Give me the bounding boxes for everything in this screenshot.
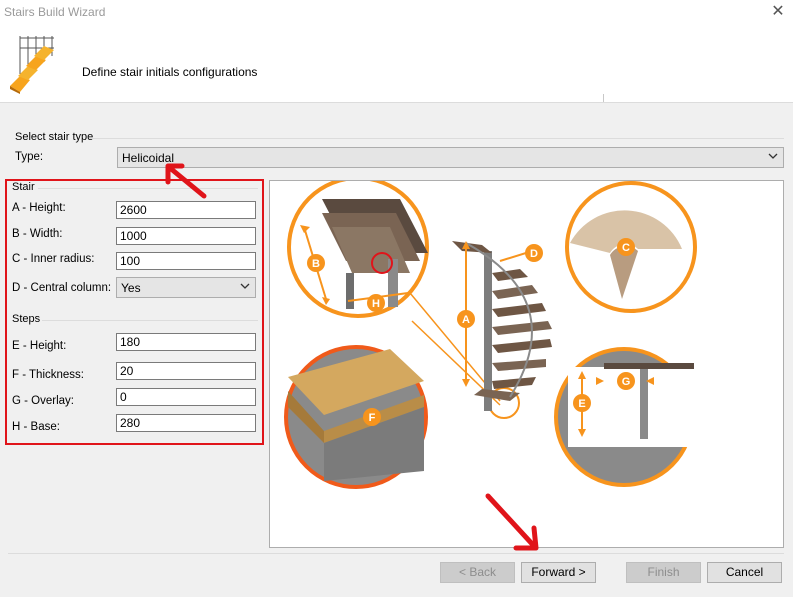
central-column-select[interactable]: Yes: [116, 277, 256, 298]
label-f: F: [369, 412, 376, 424]
label-a: A: [462, 314, 470, 326]
g-overlay-label: G - Overlay:: [12, 395, 74, 407]
spiral-stair: A D: [452, 241, 552, 411]
steps-group-line: [42, 320, 258, 321]
d-central-column-label: D - Central column:: [12, 282, 112, 294]
annotation-arrow-icon: [485, 493, 539, 551]
central-column-value: Yes: [121, 281, 141, 295]
label-b: B: [312, 258, 320, 270]
header-description: Define stair initials configurations: [82, 65, 258, 79]
stair-type-select[interactable]: Helicoidal: [117, 147, 784, 168]
cancel-button[interactable]: Cancel: [707, 562, 782, 583]
forward-button[interactable]: Forward >: [521, 562, 596, 583]
label-c: C: [622, 242, 630, 254]
window-title: Stairs Build Wizard: [4, 5, 106, 19]
stair-group-label: Stair: [12, 181, 35, 193]
detail-b-h: B H: [287, 176, 429, 318]
stair-group-line: [38, 188, 258, 189]
e-height-label: E - Height:: [12, 340, 67, 352]
b-width-label: B - Width:: [12, 228, 63, 240]
a-height-label: A - Height:: [12, 202, 66, 214]
annotation-arrow-icon: [165, 163, 207, 199]
b-width-input[interactable]: 1000: [116, 227, 256, 245]
label-g: G: [622, 376, 631, 388]
steps-group-label: Steps: [12, 313, 41, 325]
footer-divider: [8, 553, 784, 554]
back-button[interactable]: < Back: [440, 562, 515, 583]
chevron-down-icon: [768, 153, 778, 159]
c-inner-radius-input[interactable]: 100: [116, 252, 256, 270]
e-height-input[interactable]: 180: [116, 333, 256, 351]
title-bar: Stairs Build Wizard ✕: [0, 0, 793, 24]
detail-c: C: [565, 181, 697, 313]
detail-e-g: E G: [554, 347, 698, 487]
finish-button[interactable]: Finish: [626, 562, 701, 583]
h-base-label: H - Base:: [12, 421, 60, 433]
stair-type-group-line: [89, 138, 784, 139]
close-icon[interactable]: ✕: [768, 1, 788, 21]
type-label: Type:: [15, 151, 44, 163]
h-base-input[interactable]: 280: [116, 414, 256, 432]
label-h: H: [372, 298, 380, 310]
c-inner-radius-label: C - Inner radius:: [12, 253, 95, 265]
f-thickness-label: F - Thickness:: [12, 369, 84, 381]
g-overlay-input[interactable]: 0: [116, 388, 256, 406]
chevron-down-icon: [240, 283, 250, 289]
label-e: E: [578, 398, 585, 410]
wizard-header: Define stair initials configurations: [0, 24, 793, 103]
f-thickness-input[interactable]: 20: [116, 362, 256, 380]
stair-type-group-label: Select stair type: [15, 131, 94, 143]
stairs-icon: [10, 36, 54, 94]
header-divider: [603, 94, 604, 102]
label-d: D: [530, 248, 538, 260]
detail-f: F: [284, 345, 428, 489]
